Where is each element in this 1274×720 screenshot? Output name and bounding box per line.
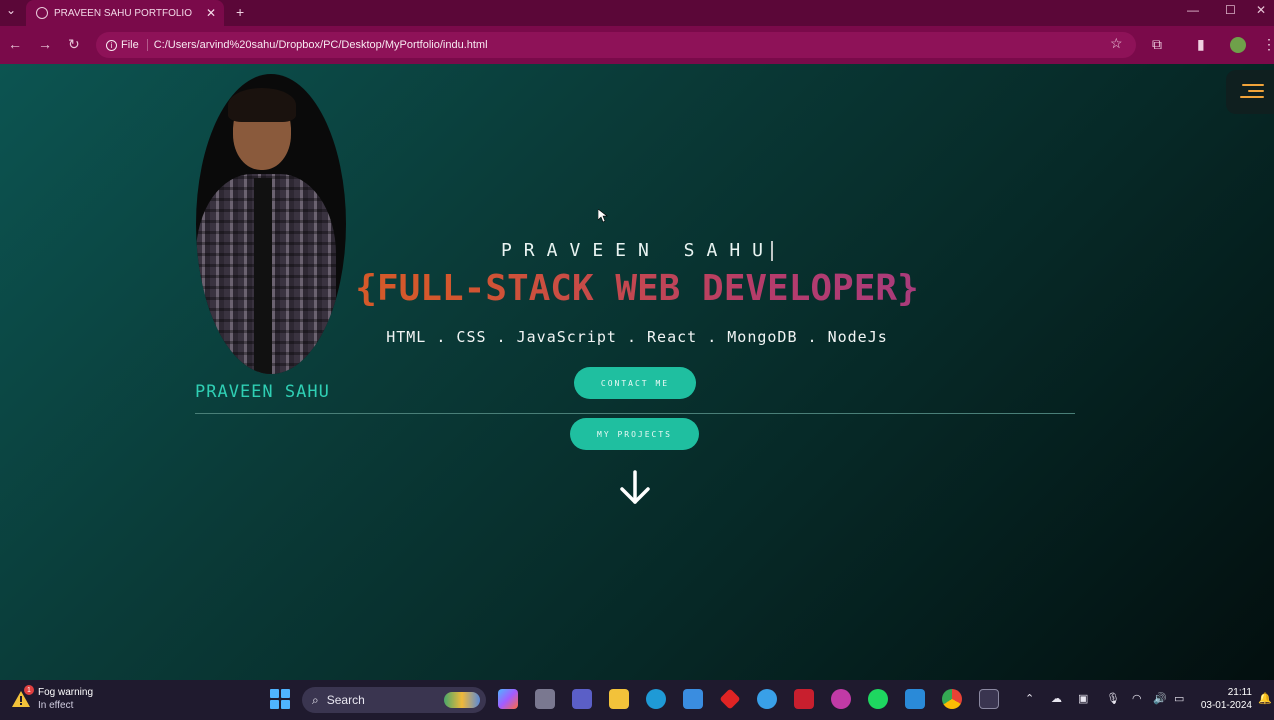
- snipping-tool-icon[interactable]: [979, 689, 999, 709]
- spotify-icon[interactable]: [868, 689, 888, 709]
- vscode-icon[interactable]: [905, 689, 925, 709]
- weather-subtitle: In effect: [38, 700, 74, 711]
- portrait-name: PRAVEEN SAHU: [195, 382, 330, 402]
- my-projects-button[interactable]: MY PROJECTS: [570, 418, 699, 450]
- extensions-icon[interactable]: ⧉: [1152, 36, 1162, 53]
- url-scheme-label: File: [121, 39, 139, 51]
- search-icon: ⌕: [312, 692, 319, 707]
- onedrive-icon[interactable]: ☁: [1051, 692, 1062, 705]
- microphone-icon[interactable]: 🎙: [1106, 692, 1120, 705]
- app-pink-icon[interactable]: [831, 689, 851, 709]
- section-divider: [195, 413, 1075, 414]
- skills-list: HTML . CSS . JavaScript . React . MongoD…: [386, 328, 888, 346]
- hero-name-text: PRAVEEN SAHU: [500, 240, 776, 261]
- forward-icon[interactable]: →: [38, 36, 52, 52]
- weather-widget[interactable]: 1 Fog warning In effect: [10, 685, 94, 712]
- windows-start-icon[interactable]: [270, 689, 290, 709]
- help-icon[interactable]: [757, 689, 777, 709]
- file-explorer-icon[interactable]: [609, 689, 629, 709]
- notifications-icon[interactable]: 🔔: [1258, 692, 1272, 705]
- typing-cursor: [771, 241, 774, 261]
- volume-icon[interactable]: 🔊: [1153, 692, 1167, 705]
- warning-icon: 1: [10, 685, 34, 710]
- search-highlight-icon: [444, 692, 480, 708]
- site-info[interactable]: i File: [106, 39, 148, 51]
- windows-taskbar: 1 Fog warning In effect ⌕ Search ⌃ ☁ ▣ 🎙…: [0, 680, 1274, 720]
- browser-titlebar: ⌄ PRAVEEN SAHU PORTFOLIO ✕ + — ☐ ✕: [0, 0, 1274, 26]
- tray-overflow-icon[interactable]: ⌃: [1025, 692, 1034, 705]
- clock-date: 03-01-2024: [1200, 700, 1252, 711]
- search-label: Search: [326, 693, 365, 707]
- task-view-icon[interactable]: [535, 689, 555, 709]
- store-icon[interactable]: [683, 689, 703, 709]
- back-icon[interactable]: ←: [8, 36, 22, 52]
- minimize-icon[interactable]: —: [1187, 3, 1199, 17]
- contact-me-button[interactable]: CONTACT ME: [574, 367, 696, 399]
- wifi-icon[interactable]: ◠: [1132, 692, 1142, 705]
- browser-tab[interactable]: PRAVEEN SAHU PORTFOLIO ✕: [26, 0, 224, 26]
- battery-icon[interactable]: ▭: [1174, 692, 1184, 705]
- profile-avatar-icon[interactable]: [1230, 37, 1246, 53]
- url-text[interactable]: C:/Users/arvind%20sahu/Dropbox/PC/Deskto…: [154, 39, 488, 51]
- menu-line: [1242, 84, 1264, 86]
- teams-icon[interactable]: [572, 689, 592, 709]
- edge-icon[interactable]: [646, 689, 666, 709]
- tab-search-icon[interactable]: ⌄: [6, 3, 16, 17]
- app-red-icon[interactable]: [719, 688, 741, 710]
- hamburger-menu-button[interactable]: [1226, 70, 1274, 114]
- bookmark-star-icon[interactable]: ☆: [1110, 35, 1123, 52]
- clock-time: 21:11: [1227, 687, 1252, 698]
- copilot-icon[interactable]: [498, 689, 518, 709]
- browser-menu-icon[interactable]: ⋮: [1262, 36, 1274, 53]
- new-tab-icon[interactable]: +: [236, 4, 244, 20]
- hero-role: {FULL-STACK WEB DEVELOPER}: [0, 268, 1274, 309]
- chrome-icon[interactable]: [942, 689, 962, 709]
- weather-title: Fog warning: [38, 687, 94, 698]
- person-hair: [228, 88, 296, 122]
- mcafee-icon[interactable]: [794, 689, 814, 709]
- tab-title: PRAVEEN SAHU PORTFOLIO: [54, 7, 192, 19]
- portfolio-page: PRAVEEN SAHU PRAVEEN SAHU {FULL-STACK WE…: [0, 64, 1274, 680]
- weather-badge: 1: [24, 685, 34, 695]
- tray-app-icon[interactable]: ▣: [1078, 692, 1088, 705]
- reload-icon[interactable]: ↻: [68, 36, 80, 53]
- menu-line: [1248, 90, 1264, 92]
- taskbar-search[interactable]: ⌕ Search: [302, 687, 486, 713]
- browser-toolbar: ← → ↻ i File C:/Users/arvind%20sahu/Drop…: [0, 26, 1274, 64]
- maximize-icon[interactable]: ☐: [1225, 3, 1236, 17]
- tab-close-icon[interactable]: ✕: [206, 6, 216, 20]
- sidepanel-icon[interactable]: ▮: [1197, 36, 1205, 53]
- hero-name: PRAVEEN SAHU: [0, 240, 1274, 261]
- window-close-icon[interactable]: ✕: [1256, 3, 1266, 17]
- info-icon: i: [106, 39, 117, 51]
- globe-icon: [36, 7, 48, 19]
- menu-line: [1240, 96, 1264, 98]
- arrow-down-icon[interactable]: [618, 470, 652, 506]
- taskbar-clock[interactable]: 21:11 03-01-2024: [1200, 686, 1252, 712]
- mouse-cursor-icon: [598, 209, 608, 223]
- address-bar[interactable]: i File C:/Users/arvind%20sahu/Dropbox/PC…: [96, 32, 1136, 58]
